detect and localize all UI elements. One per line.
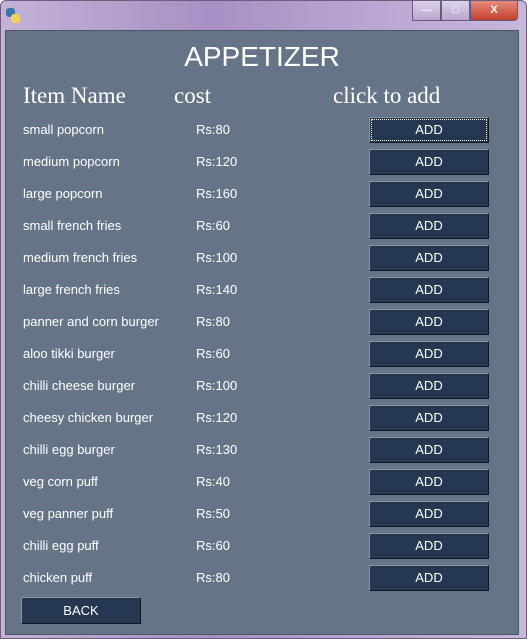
close-button[interactable]: X bbox=[470, 1, 518, 21]
item-name: chicken puff bbox=[23, 570, 93, 585]
add-button[interactable]: ADD bbox=[369, 501, 489, 527]
item-name: veg panner puff bbox=[23, 506, 114, 521]
item-name: chilli egg burger bbox=[23, 442, 115, 457]
app-window: — □ X APPETIZER Item Name cost click to … bbox=[0, 0, 527, 639]
add-button[interactable]: ADD bbox=[369, 469, 489, 495]
list-item: medium french fries Rs:100 ADD bbox=[6, 245, 518, 271]
item-cost: Rs:40 bbox=[196, 474, 230, 489]
item-cost: Rs:120 bbox=[196, 410, 238, 425]
item-cost: Rs:100 bbox=[196, 378, 238, 393]
add-button[interactable]: ADD bbox=[369, 245, 489, 271]
header-click-to-add: click to add bbox=[333, 83, 441, 108]
content-area: APPETIZER Item Name cost click to add sm… bbox=[5, 30, 519, 635]
item-cost: Rs:140 bbox=[196, 282, 238, 297]
add-button[interactable]: ADD bbox=[369, 213, 489, 239]
item-cost: Rs:60 bbox=[196, 538, 230, 553]
add-button[interactable]: ADD bbox=[369, 181, 489, 207]
add-button[interactable]: ADD bbox=[369, 437, 489, 463]
list-item: veg corn puff Rs:40 ADD bbox=[6, 469, 518, 495]
item-name: panner and corn burger bbox=[23, 314, 159, 329]
add-button[interactable]: ADD bbox=[369, 117, 489, 143]
item-cost: Rs:80 bbox=[196, 570, 230, 585]
list-item: veg panner puff Rs:50 ADD bbox=[6, 501, 518, 527]
add-button[interactable]: ADD bbox=[369, 309, 489, 335]
header-item-name: Item Name bbox=[23, 83, 126, 108]
item-name: large popcorn bbox=[23, 186, 103, 201]
add-button[interactable]: ADD bbox=[369, 533, 489, 559]
list-item: chilli cheese burger Rs:100 ADD bbox=[6, 373, 518, 399]
list-item: chicken puff Rs:80 ADD bbox=[6, 565, 518, 591]
item-cost: Rs:80 bbox=[196, 314, 230, 329]
add-button[interactable]: ADD bbox=[369, 341, 489, 367]
list-item: medium popcorn Rs:120 ADD bbox=[6, 149, 518, 175]
list-item: large popcorn Rs:160 ADD bbox=[6, 181, 518, 207]
add-button[interactable]: ADD bbox=[369, 405, 489, 431]
item-name: large french fries bbox=[23, 282, 120, 297]
item-cost: Rs:60 bbox=[196, 346, 230, 361]
item-name: aloo tikki burger bbox=[23, 346, 115, 361]
back-button[interactable]: BACK bbox=[21, 597, 141, 624]
add-button[interactable]: ADD bbox=[369, 149, 489, 175]
minimize-button[interactable]: — bbox=[412, 1, 441, 21]
item-cost: Rs:130 bbox=[196, 442, 238, 457]
item-name: small french fries bbox=[23, 218, 122, 233]
page-title: APPETIZER bbox=[184, 41, 340, 72]
add-button[interactable]: ADD bbox=[369, 373, 489, 399]
item-name: chilli egg puff bbox=[23, 538, 99, 553]
item-cost: Rs:100 bbox=[196, 250, 238, 265]
item-cost: Rs:50 bbox=[196, 506, 230, 521]
item-cost: Rs:120 bbox=[196, 154, 238, 169]
item-name: chilli cheese burger bbox=[23, 378, 136, 393]
list-item: aloo tikki burger Rs:60 ADD bbox=[6, 341, 518, 367]
list-item: panner and corn burger Rs:80 ADD bbox=[6, 309, 518, 335]
python-logo-icon bbox=[6, 8, 20, 24]
list-item: large french fries Rs:140 ADD bbox=[6, 277, 518, 303]
list-item: small popcorn Rs:80 ADD bbox=[6, 117, 518, 143]
item-name: small popcorn bbox=[23, 122, 104, 137]
item-name: medium popcorn bbox=[23, 154, 120, 169]
item-name: cheesy chicken burger bbox=[23, 410, 154, 425]
item-name: veg corn puff bbox=[23, 474, 98, 489]
item-cost: Rs:80 bbox=[196, 122, 230, 137]
list-item: cheesy chicken burger Rs:120 ADD bbox=[6, 405, 518, 431]
maximize-button[interactable]: □ bbox=[441, 1, 470, 21]
list-item: small french fries Rs:60 ADD bbox=[6, 213, 518, 239]
add-button[interactable]: ADD bbox=[369, 277, 489, 303]
header-cost: cost bbox=[174, 83, 212, 108]
list-item: chilli egg burger Rs:130 ADD bbox=[6, 437, 518, 463]
window-controls: — □ X bbox=[412, 1, 518, 21]
item-cost: Rs:60 bbox=[196, 218, 230, 233]
add-button[interactable]: ADD bbox=[369, 565, 489, 591]
item-cost: Rs:160 bbox=[196, 186, 238, 201]
list-item: chilli egg puff Rs:60 ADD bbox=[6, 533, 518, 559]
item-name: medium french fries bbox=[23, 250, 138, 265]
